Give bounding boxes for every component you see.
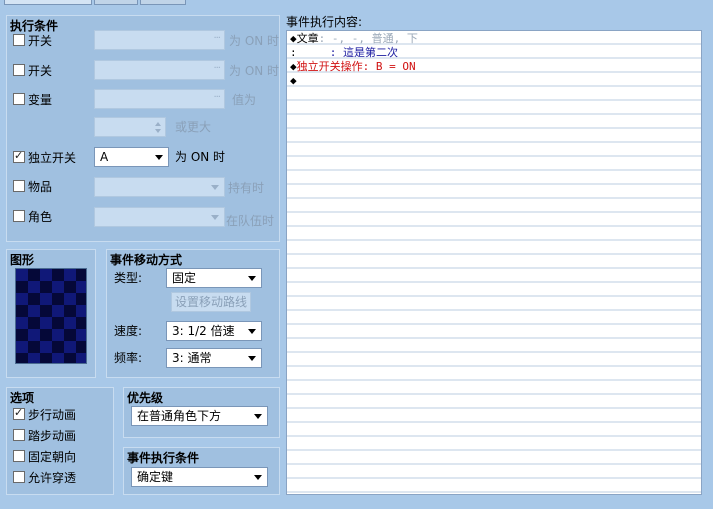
variable-or-more: 或更大	[175, 119, 212, 134]
graphic-title: 图形	[10, 253, 35, 267]
through-label: 允许穿透	[28, 470, 77, 485]
event-commands-list[interactable]: ◆文章: -, -, 普通, 下 : : 這是第二次 ◆独立开关操作: B = …	[286, 30, 702, 495]
chevron-down-icon	[211, 215, 219, 220]
contents-label: 事件执行内容:	[286, 15, 363, 29]
option-walk-anim[interactable]: 步行动画	[13, 404, 76, 424]
actor-suffix: 在队伍时	[226, 213, 275, 228]
step-anim-check-box[interactable]	[13, 429, 25, 441]
command-row[interactable]: ◆文章: -, -, 普通, 下	[290, 32, 418, 46]
self-switch-label: 独立开关	[28, 150, 77, 165]
command-row[interactable]: : : 這是第二次	[290, 46, 398, 60]
switch1-field[interactable]: ···	[94, 30, 225, 50]
option-step-anim[interactable]: 踏步动画	[13, 425, 76, 445]
speed-value: 3: 1/2 倍速	[172, 324, 235, 338]
direction-fix-check-box[interactable]	[13, 450, 25, 462]
item-suffix: 持有时	[228, 180, 265, 195]
command-row[interactable]: ◆独立开关操作: B = ON	[290, 60, 416, 74]
spin-up-icon[interactable]	[155, 122, 161, 126]
trigger-select[interactable]: 确定键	[131, 467, 268, 487]
chevron-down-icon	[155, 155, 163, 160]
walk-anim-label: 步行动画	[28, 407, 77, 422]
variable-suffix: 值为	[232, 92, 257, 107]
variable-value-spinner[interactable]	[94, 117, 166, 137]
tab-page-1[interactable]	[4, 0, 92, 5]
chevron-down-icon	[248, 356, 256, 361]
step-anim-label: 踏步动画	[28, 428, 77, 443]
direction-fix-label: 固定朝向	[28, 449, 77, 464]
movement-type-select[interactable]: 固定	[166, 268, 262, 288]
item-check-box[interactable]	[13, 180, 25, 192]
priority-value: 在普通角色下方	[137, 409, 222, 423]
variable-check-box[interactable]	[13, 93, 25, 105]
ellipsis-icon: ···	[213, 63, 220, 74]
frequency-select[interactable]: 3: 通常	[166, 348, 262, 368]
tab-strip	[0, 0, 713, 6]
movement-type-value: 固定	[172, 271, 197, 285]
chevron-down-icon	[254, 475, 262, 480]
switch1-checkbox[interactable]: 开关	[13, 30, 52, 50]
switch1-suffix: 为 ON 时	[229, 33, 280, 48]
variable-label: 变量	[28, 92, 53, 107]
speed-label: 速度:	[114, 323, 143, 338]
priority-select[interactable]: 在普通角色下方	[131, 406, 268, 426]
event-graphic-preview[interactable]	[15, 268, 87, 364]
variable-checkbox[interactable]: 变量	[13, 89, 52, 109]
command-params: : -, -, 普通, 下	[318, 32, 418, 45]
frequency-value: 3: 通常	[172, 351, 212, 365]
switch2-field[interactable]: ···	[94, 60, 225, 80]
switch2-suffix: 为 ON 时	[229, 63, 280, 78]
self-switch-check-box[interactable]	[13, 149, 25, 163]
self-switch-select[interactable]: A	[94, 147, 169, 167]
chevron-down-icon	[211, 185, 219, 190]
trigger-value: 确定键	[137, 470, 174, 484]
tab-page-2[interactable]	[94, 0, 138, 5]
actor-select[interactable]	[94, 207, 225, 227]
set-move-route-button[interactable]: 设置移动路线	[171, 292, 251, 312]
chevron-down-icon	[248, 276, 256, 281]
spin-down-icon[interactable]	[155, 129, 161, 133]
command-text: : 這是第二次	[296, 46, 398, 59]
command-row[interactable]: ◆	[290, 74, 297, 88]
variable-field[interactable]: ···	[94, 89, 225, 109]
command-marker: ◆	[290, 60, 297, 73]
command-marker: :	[290, 46, 297, 59]
item-checkbox[interactable]: 物品	[13, 176, 52, 196]
actor-label: 角色	[28, 209, 53, 224]
movement-type-label: 类型:	[114, 270, 143, 285]
switch2-label: 开关	[28, 63, 53, 78]
command-marker: ◆	[290, 74, 297, 87]
item-label: 物品	[28, 179, 53, 194]
switch2-check-box[interactable]	[13, 64, 25, 76]
chevron-down-icon	[254, 414, 262, 419]
tab-page-3[interactable]	[140, 0, 186, 5]
switch1-label: 开关	[28, 33, 53, 48]
actor-check-box[interactable]	[13, 210, 25, 222]
switch2-checkbox[interactable]: 开关	[13, 60, 52, 80]
trigger-title: 事件执行条件	[127, 451, 200, 465]
self-switch-value: A	[100, 150, 109, 164]
actor-checkbox[interactable]: 角色	[13, 206, 52, 226]
item-select[interactable]	[94, 177, 225, 197]
priority-title: 优先级	[127, 391, 164, 405]
self-switch-checkbox[interactable]: 独立开关	[13, 147, 76, 167]
command-text: 文章	[296, 32, 319, 45]
movement-title: 事件移动方式	[110, 253, 183, 267]
option-through[interactable]: 允许穿透	[13, 467, 76, 487]
speed-select[interactable]: 3: 1/2 倍速	[166, 321, 262, 341]
chevron-down-icon	[248, 329, 256, 334]
command-text: 独立开关操作: B = ON	[296, 60, 416, 73]
ellipsis-icon: ···	[213, 33, 220, 44]
command-marker: ◆	[290, 32, 297, 45]
option-direction-fix[interactable]: 固定朝向	[13, 446, 76, 466]
walk-anim-check-box[interactable]	[13, 406, 25, 420]
self-switch-suffix: 为 ON 时	[175, 149, 226, 164]
switch1-check-box[interactable]	[13, 34, 25, 46]
through-check-box[interactable]	[13, 471, 25, 483]
frequency-label: 频率:	[114, 350, 143, 365]
ellipsis-icon: ···	[213, 92, 220, 103]
